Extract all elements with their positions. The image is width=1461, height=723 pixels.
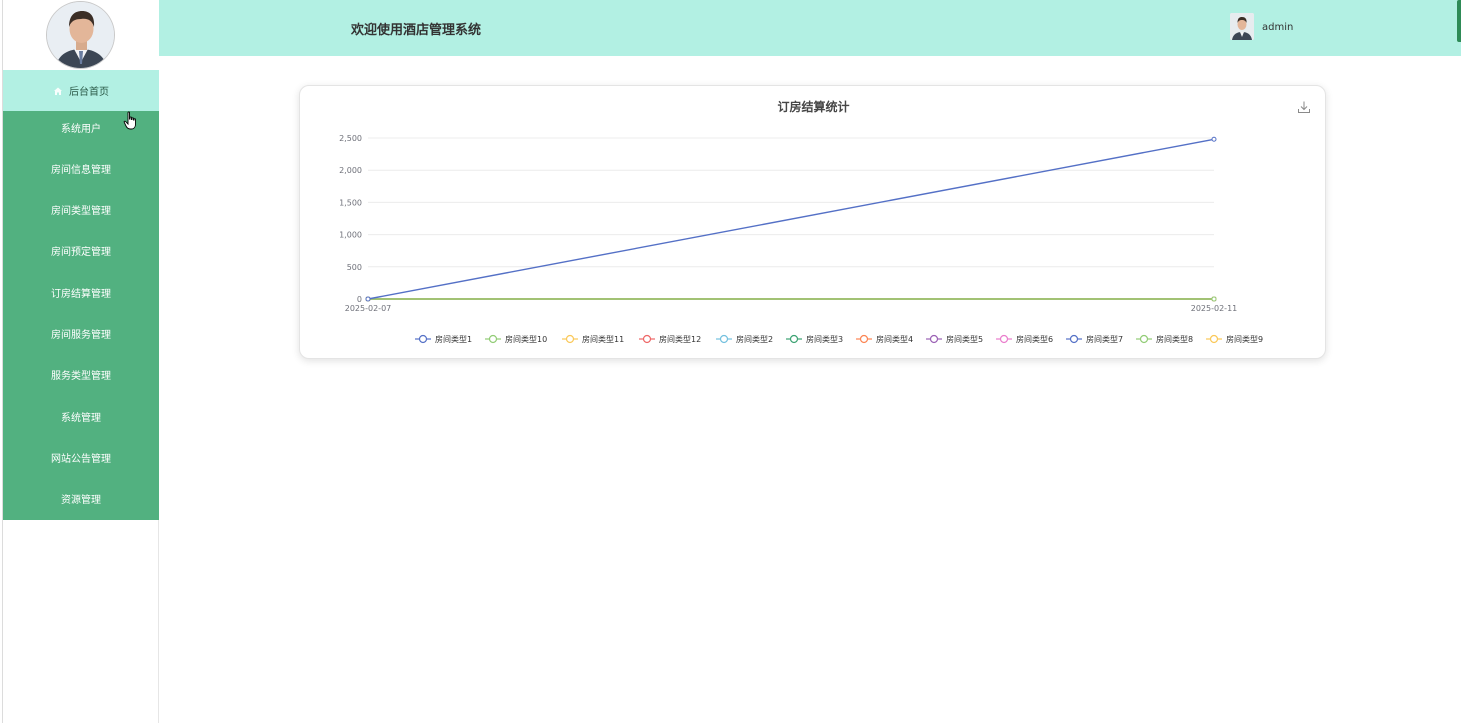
sidebar-avatar-area (3, 0, 159, 70)
legend-label: 房间类型2 (736, 334, 773, 344)
avatar-person-icon (47, 2, 114, 68)
user-avatar-icon (1230, 13, 1254, 40)
sidebar-item-announcements[interactable]: 网站公告管理 (3, 437, 159, 478)
user-avatar[interactable] (1230, 13, 1254, 40)
y-tick-label: 500 (347, 263, 362, 272)
data-point (1211, 136, 1217, 142)
sidebar-item-label: 系统管理 (61, 413, 101, 424)
page-title: 欢迎使用酒店管理系统 (351, 23, 482, 38)
sidebar-item-resources[interactable]: 资源管理 (3, 478, 159, 519)
legend-marker (999, 334, 1009, 344)
legend-marker (488, 334, 498, 344)
sidebar-item-label: 服务类型管理 (51, 371, 111, 382)
legend-label: 房间类型8 (1156, 334, 1193, 344)
legend-label: 房间类型10 (505, 334, 547, 344)
legend-marker (1069, 334, 1079, 344)
y-tick-label: 2,500 (339, 134, 362, 143)
avatar[interactable] (46, 1, 115, 69)
legend-label: 房间类型11 (582, 334, 624, 344)
sidebar-item-label: 后台首页 (69, 87, 109, 98)
sidebar-item-dashboard[interactable]: 后台首页 (3, 70, 159, 111)
legend-label: 房间类型12 (659, 334, 701, 344)
sidebar: 后台首页 系统用户 房间信息管理 房间类型管理 房间预定管理 订房结算管理 房间… (2, 0, 159, 723)
sidebar-item-room-booking[interactable]: 房间预定管理 (3, 230, 159, 271)
settlement-line-chart: 0 500 1,000 1,500 2,000 2,500 2025-02-07 2025-0… (339, 134, 1263, 344)
legend-label: 房间类型3 (806, 334, 843, 344)
legend-label: 房间类型6 (1016, 334, 1053, 344)
legend-label: 房间类型9 (1226, 334, 1263, 344)
sidebar-item-label: 房间信息管理 (51, 165, 111, 176)
legend-marker (719, 334, 729, 344)
sidebar-item-room-types[interactable]: 房间类型管理 (3, 189, 159, 230)
legend-marker (1209, 334, 1219, 344)
username-label[interactable]: admin (1262, 22, 1293, 33)
legend-marker (642, 334, 652, 344)
legend-marker (789, 334, 799, 344)
sidebar-item-label: 订房结算管理 (51, 289, 111, 300)
sidebar-item-booking-settlement[interactable]: 订房结算管理 (3, 272, 159, 313)
header-edge-tab (1457, 0, 1461, 42)
x-tick-label: 2025-02-11 (1191, 304, 1238, 313)
sidebar-item-label: 房间服务管理 (51, 330, 111, 341)
hand-cursor-icon (123, 111, 136, 130)
series-line (367, 138, 1215, 300)
legend-marker (1139, 334, 1149, 344)
legend-label: 房间类型5 (946, 334, 983, 344)
y-tick-label: 1,500 (339, 198, 362, 207)
top-header: 欢迎使用酒店管理系统 admin (159, 0, 1461, 56)
sidebar-item-label: 房间预定管理 (51, 247, 111, 258)
sidebar-item-system-management[interactable]: 系统管理 (3, 396, 159, 437)
chart-card: 订房结算统计 0 500 1,000 1,500 2,000 2,500 2025-02-0… (299, 85, 1326, 359)
app-frame: 后台首页 系统用户 房间信息管理 房间类型管理 房间预定管理 订房结算管理 房间… (0, 0, 1461, 723)
x-tick-label: 2025-02-07 (345, 304, 392, 313)
y-tick-label: 1,000 (339, 231, 362, 240)
legend-label: 房间类型7 (1086, 334, 1123, 344)
sidebar-item-room-service[interactable]: 房间服务管理 (3, 313, 159, 354)
sidebar-item-label: 资源管理 (61, 495, 101, 506)
data-point (1211, 296, 1217, 302)
legend-marker (859, 334, 869, 344)
legend-marker (929, 334, 939, 344)
y-tick-label: 0 (357, 295, 362, 304)
sidebar-item-label: 系统用户 (61, 124, 101, 135)
legend-marker (418, 334, 428, 344)
legend-label: 房间类型4 (876, 334, 913, 344)
y-tick-label: 2,000 (339, 166, 362, 175)
legend-label: 房间类型1 (435, 334, 472, 344)
sidebar-item-service-types[interactable]: 服务类型管理 (3, 354, 159, 395)
home-icon (53, 86, 63, 96)
sidebar-item-label: 房间类型管理 (51, 206, 111, 217)
sidebar-item-label: 网站公告管理 (51, 454, 111, 465)
sidebar-item-room-info[interactable]: 房间信息管理 (3, 148, 159, 189)
sidebar-menu: 后台首页 系统用户 房间信息管理 房间类型管理 房间预定管理 订房结算管理 房间… (3, 70, 159, 520)
legend-marker (565, 334, 575, 344)
data-point (365, 296, 371, 302)
